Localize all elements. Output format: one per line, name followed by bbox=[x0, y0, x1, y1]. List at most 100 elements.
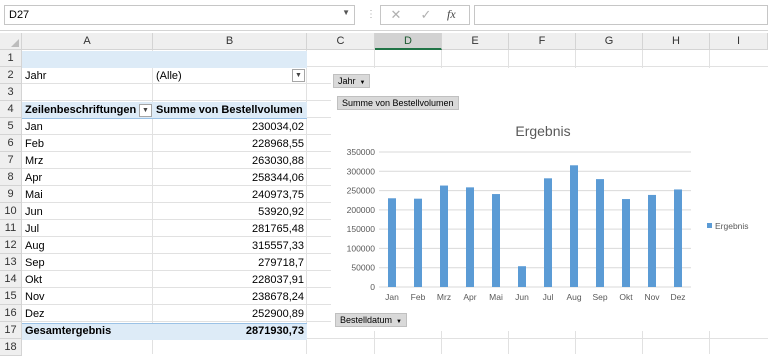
name-box[interactable]: D27 ▼ bbox=[4, 5, 355, 25]
pivot-row-value[interactable]: 279718,7 bbox=[153, 255, 307, 272]
pivot-row-value[interactable]: 252900,89 bbox=[153, 306, 307, 323]
chart-bar bbox=[544, 178, 552, 287]
x-tick-label: Feb bbox=[411, 292, 426, 302]
y-tick-label: 350000 bbox=[347, 147, 376, 157]
pivot-row-label[interactable]: Sep bbox=[22, 255, 153, 272]
pivot-row-label[interactable]: Jul bbox=[22, 221, 153, 238]
row-header-11[interactable]: 11 bbox=[0, 220, 22, 237]
x-tick-label: Apr bbox=[463, 292, 476, 302]
insert-function-icon[interactable]: fx bbox=[447, 7, 456, 22]
column-header-a[interactable]: A bbox=[22, 33, 153, 50]
pivot-row-value[interactable]: 281765,48 bbox=[153, 221, 307, 238]
row-header-7[interactable]: 7 bbox=[0, 152, 22, 169]
column-header-d[interactable]: D bbox=[375, 33, 442, 50]
select-all-button[interactable] bbox=[0, 33, 22, 50]
y-tick-label: 0 bbox=[370, 282, 375, 292]
chart-bar bbox=[570, 165, 578, 287]
row-header-18[interactable]: 18 bbox=[0, 339, 22, 356]
y-tick-label: 300000 bbox=[347, 166, 376, 176]
pivot-row-label[interactable]: Mai bbox=[22, 187, 153, 204]
row-header-3[interactable]: 3 bbox=[0, 84, 22, 101]
column-header-f[interactable]: F bbox=[509, 33, 576, 50]
y-tick-label: 50000 bbox=[351, 263, 375, 273]
row-header-8[interactable]: 8 bbox=[0, 169, 22, 186]
x-tick-label: Mrz bbox=[437, 292, 451, 302]
formula-bar-grip-icon[interactable]: ⋮ bbox=[366, 9, 376, 20]
pivot-row-value[interactable]: 53920,92 bbox=[153, 204, 307, 221]
x-tick-label: Nov bbox=[644, 292, 660, 302]
pivot-row-value[interactable]: 228037,91 bbox=[153, 272, 307, 289]
pivot-row-label[interactable]: Aug bbox=[22, 238, 153, 255]
row-header-16[interactable]: 16 bbox=[0, 305, 22, 322]
formula-bar: D27 ▼ ⋮ ✕ ✓ fx bbox=[0, 0, 768, 31]
name-box-dropdown-icon[interactable]: ▼ bbox=[342, 8, 350, 17]
chart-bar bbox=[674, 189, 682, 287]
pivot-row-value[interactable]: 258344,06 bbox=[153, 170, 307, 187]
formula-buttons: ✕ ✓ fx bbox=[380, 5, 470, 25]
pivot-row-header: Zeilenbeschriftungen bbox=[25, 104, 137, 116]
row-header-17[interactable]: 17 bbox=[0, 322, 22, 339]
x-tick-label: Sep bbox=[592, 292, 607, 302]
pivot-row-value[interactable]: 315557,33 bbox=[153, 238, 307, 255]
column-header-h[interactable]: H bbox=[643, 33, 710, 50]
row-header-5[interactable]: 5 bbox=[0, 118, 22, 135]
chart-bar bbox=[388, 198, 396, 287]
name-box-value: D27 bbox=[9, 9, 30, 21]
enter-icon[interactable]: ✓ bbox=[415, 7, 437, 23]
pivot-row-label[interactable]: Mrz bbox=[22, 153, 153, 170]
y-tick-label: 250000 bbox=[347, 186, 376, 196]
row-header-12[interactable]: 12 bbox=[0, 237, 22, 254]
chart-axis-dropdown-icon: ▼ bbox=[396, 319, 402, 325]
filter-dropdown-icon[interactable]: ▼ bbox=[292, 69, 305, 82]
column-header-e[interactable]: E bbox=[442, 33, 509, 50]
row-header-10[interactable]: 10 bbox=[0, 203, 22, 220]
pivot-row-value[interactable]: 263030,88 bbox=[153, 153, 307, 170]
row-labels-dropdown-icon[interactable]: ▼ bbox=[139, 104, 152, 117]
pivot-value-header: Summe von Bestellvolumen bbox=[156, 104, 303, 116]
row-header-15[interactable]: 15 bbox=[0, 288, 22, 305]
pivot-filter-row bbox=[22, 51, 307, 68]
row-header-2[interactable]: 2 bbox=[0, 67, 22, 84]
chart-bar bbox=[492, 194, 500, 287]
pivot-row-label[interactable]: Nov bbox=[22, 289, 153, 306]
row-header-13[interactable]: 13 bbox=[0, 254, 22, 271]
pivot-row-label[interactable]: Feb bbox=[22, 136, 153, 153]
legend-label: Ergebnis bbox=[715, 221, 749, 231]
chart-bar bbox=[466, 187, 474, 287]
chart-axis-button[interactable]: Bestelldatum ▼ bbox=[335, 313, 407, 327]
chart-bar bbox=[440, 185, 448, 287]
pivot-row-label[interactable]: Dez bbox=[22, 306, 153, 323]
pivot-row-label[interactable]: Apr bbox=[22, 170, 153, 187]
pivot-row-label[interactable]: Okt bbox=[22, 272, 153, 289]
pivot-row-value[interactable]: 240973,75 bbox=[153, 187, 307, 204]
pivot-row-label[interactable]: Jan bbox=[22, 119, 153, 136]
chart-axis-label: Bestelldatum bbox=[340, 315, 393, 325]
x-tick-label: Dez bbox=[670, 292, 685, 302]
x-tick-label: Jan bbox=[385, 292, 399, 302]
chart-title: Ergebnis bbox=[515, 123, 570, 139]
x-tick-label: Jul bbox=[543, 292, 554, 302]
pivot-row-value[interactable]: 238678,24 bbox=[153, 289, 307, 306]
pivot-chart[interactable]: Jahr ▼ Summe von Bestellvolumen Bestellda… bbox=[331, 68, 768, 331]
formula-input[interactable] bbox=[474, 5, 768, 25]
pivot-row-value[interactable]: 228968,55 bbox=[153, 136, 307, 153]
column-header-i[interactable]: I bbox=[710, 33, 768, 50]
legend-swatch bbox=[707, 223, 712, 228]
x-tick-label: Aug bbox=[566, 292, 581, 302]
chart-bar bbox=[596, 179, 604, 287]
row-header-1[interactable]: 1 bbox=[0, 50, 22, 67]
chart-bar bbox=[414, 198, 422, 287]
row-header-9[interactable]: 9 bbox=[0, 186, 22, 203]
pivot-row-value[interactable]: 230034,02 bbox=[153, 119, 307, 136]
row-header-14[interactable]: 14 bbox=[0, 271, 22, 288]
cancel-icon[interactable]: ✕ bbox=[385, 7, 407, 23]
row-header-6[interactable]: 6 bbox=[0, 135, 22, 152]
row-header-4[interactable]: 4 bbox=[0, 101, 22, 118]
column-header-c[interactable]: C bbox=[307, 33, 375, 50]
pivot-row-label[interactable]: Jun bbox=[22, 204, 153, 221]
column-header-b[interactable]: B bbox=[153, 33, 307, 50]
x-tick-label: Mai bbox=[489, 292, 503, 302]
column-header-g[interactable]: G bbox=[576, 33, 643, 50]
y-tick-label: 100000 bbox=[347, 243, 376, 253]
pivot-filter-value[interactable]: (Alle) bbox=[153, 68, 293, 85]
